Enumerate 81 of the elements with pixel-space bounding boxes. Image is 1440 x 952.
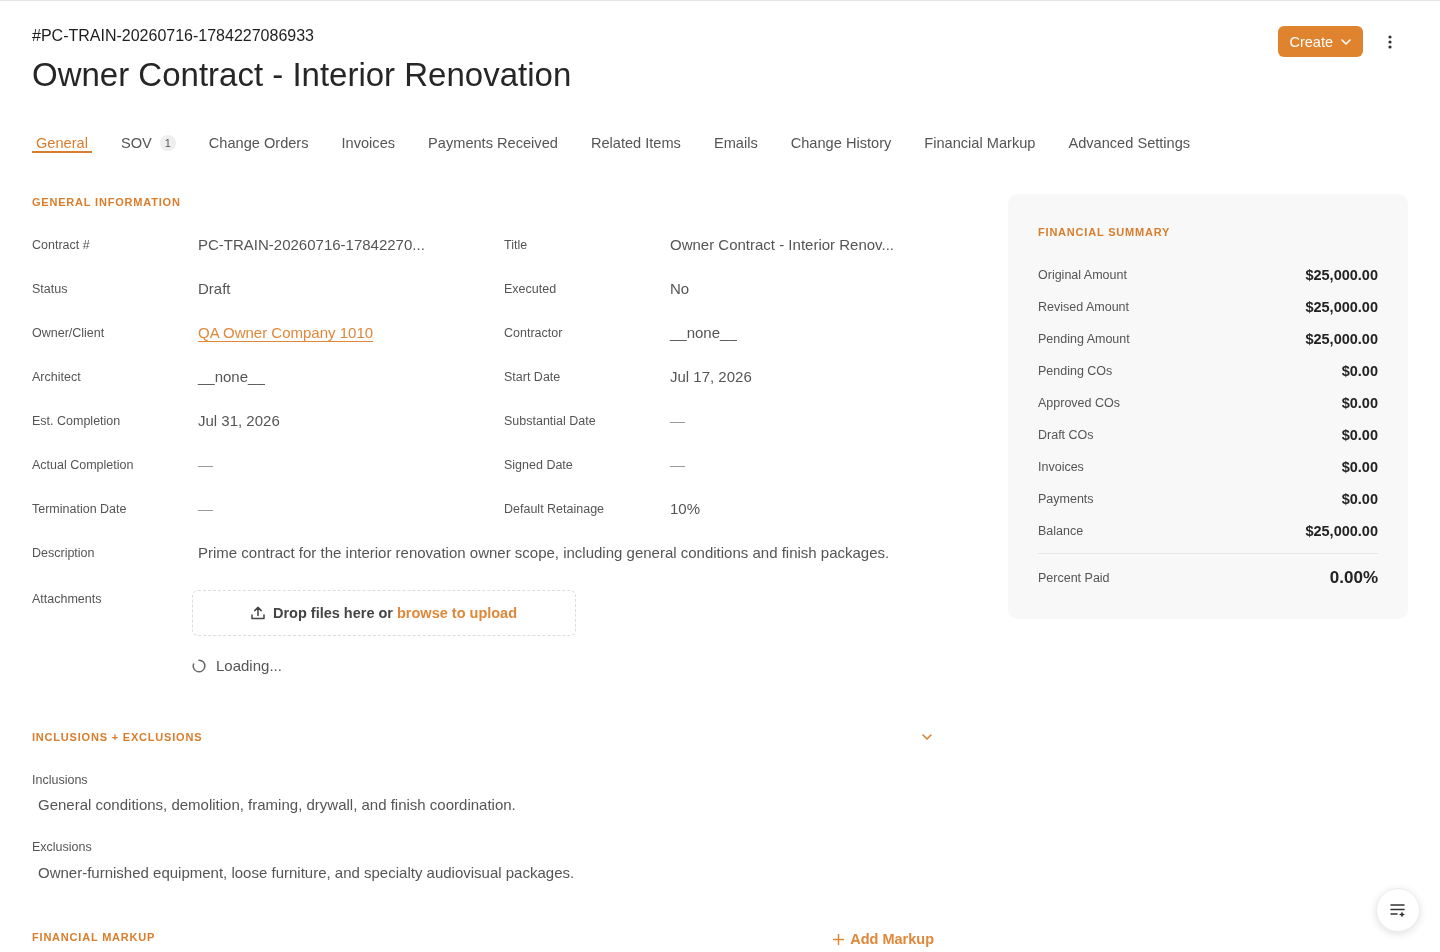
section-heading: INCLUSIONS + EXCLUSIONS (32, 730, 203, 744)
field-label: Architect (32, 369, 81, 385)
summary-label: Payments (1038, 491, 1094, 507)
caret-down-icon (1341, 38, 1351, 45)
chevron-down-icon[interactable] (922, 734, 932, 740)
field-label: Inclusions (32, 772, 88, 788)
field-value: — (198, 499, 213, 519)
field-value: — (670, 455, 685, 475)
summary-label: Draft COs (1038, 427, 1094, 443)
summary-label: Pending Amount (1038, 331, 1130, 347)
field-value: Draft (198, 279, 231, 299)
summary-label: Balance (1038, 523, 1084, 539)
summary-label: Original Amount (1038, 267, 1127, 283)
field-value: — (198, 455, 213, 475)
field-label: Status (32, 281, 68, 297)
more-icon[interactable] (1388, 34, 1392, 49)
field-value: __none__ (198, 367, 265, 387)
field-value: __none__ (670, 323, 737, 343)
tab[interactable]: Change Orders (204, 135, 313, 153)
field-value: Owner-furnished equipment, loose furniture, and specialty audiovisual packages. (38, 863, 575, 883)
tab[interactable]: Related Items (586, 135, 685, 153)
summary-label: Approved COs (1038, 395, 1120, 411)
tab[interactable]: Emails (709, 135, 762, 153)
file-dropzone[interactable]: Drop files here or browse to upload (192, 590, 576, 636)
description-text: Prime contract for the interior renovation owner scope, including general conditions and finish packages. (198, 543, 890, 563)
field-value: PC-TRAIN-20260716-17842270... (198, 235, 425, 255)
tab[interactable]: Advanced Settings (1064, 135, 1195, 153)
field-label: Exclusions (32, 839, 92, 855)
percent-paid-value: 0.00% (1329, 567, 1378, 589)
record-id: #PC-TRAIN-20260716-1784227086933 (32, 26, 314, 46)
field-value: Owner Contract - Interior Renov... (670, 235, 894, 255)
page-title: Owner Contract - Interior Renovation (32, 55, 572, 95)
summary-label: Percent Paid (1038, 570, 1110, 586)
field-value: No (670, 279, 690, 299)
summary-value: $25,000.00 (1305, 330, 1378, 349)
summary-label: Revised Amount (1038, 299, 1130, 315)
spinner-icon (192, 659, 206, 673)
dropzone-text: Drop files here or (272, 605, 393, 621)
field-label: Attachments (32, 591, 103, 608)
field-label: Contractor (504, 325, 563, 341)
section-heading: FINANCIAL SUMMARY (1038, 225, 1171, 239)
summary-value: $0.00 (1341, 426, 1378, 445)
summary-label: Pending COs (1038, 363, 1113, 379)
tab[interactable]: SOV 1 (116, 135, 180, 153)
summary-value: $25,000.00 (1305, 522, 1378, 541)
floating-action-button[interactable] (1376, 888, 1420, 932)
summary-value: $25,000.00 (1305, 266, 1378, 285)
field-label: Termination Date (32, 501, 127, 517)
field-label: Start Date (504, 369, 561, 385)
section-heading: FINANCIAL MARKUP (32, 930, 156, 944)
field-value: 10% (670, 499, 701, 519)
tab[interactable]: Payments Received (424, 135, 562, 153)
summary-value: $0.00 (1341, 394, 1378, 413)
summary-label: Invoices (1038, 459, 1084, 475)
upload-icon (250, 606, 265, 620)
field-label: Owner/Client (32, 325, 105, 341)
field-label: Est. Completion (32, 413, 121, 429)
tab[interactable]: Invoices (337, 135, 400, 153)
field-label: Contract # (32, 237, 90, 253)
field-label: Executed (504, 281, 557, 297)
summary-value: $0.00 (1341, 458, 1378, 477)
tab[interactable]: Financial Markup (920, 135, 1040, 153)
field-value: General conditions, demolition, framing, drywall, and finish coordination. (38, 795, 516, 815)
list-sparkle-icon (1390, 902, 1406, 918)
field-label: Default Retainage (504, 501, 605, 517)
field-label: Actual Completion (32, 457, 134, 473)
section-heading: GENERAL INFORMATION (32, 195, 181, 209)
summary-value: $0.00 (1341, 490, 1378, 509)
field-label: Substantial Date (504, 413, 596, 429)
summary-value: $25,000.00 (1305, 298, 1378, 317)
loading-text: Loading... (216, 656, 282, 676)
field-label: Description (32, 545, 95, 561)
field-label: Title (504, 237, 528, 253)
tab[interactable]: Change History (786, 135, 896, 153)
summary-value: $0.00 (1341, 362, 1378, 381)
field-value: — (670, 411, 685, 431)
field-value: Jul 31, 2026 (198, 411, 280, 431)
count-badge: 1 (159, 135, 176, 151)
field-label: Signed Date (504, 457, 573, 473)
plus-icon (833, 933, 845, 945)
field-value: Jul 17, 2026 (670, 367, 752, 387)
